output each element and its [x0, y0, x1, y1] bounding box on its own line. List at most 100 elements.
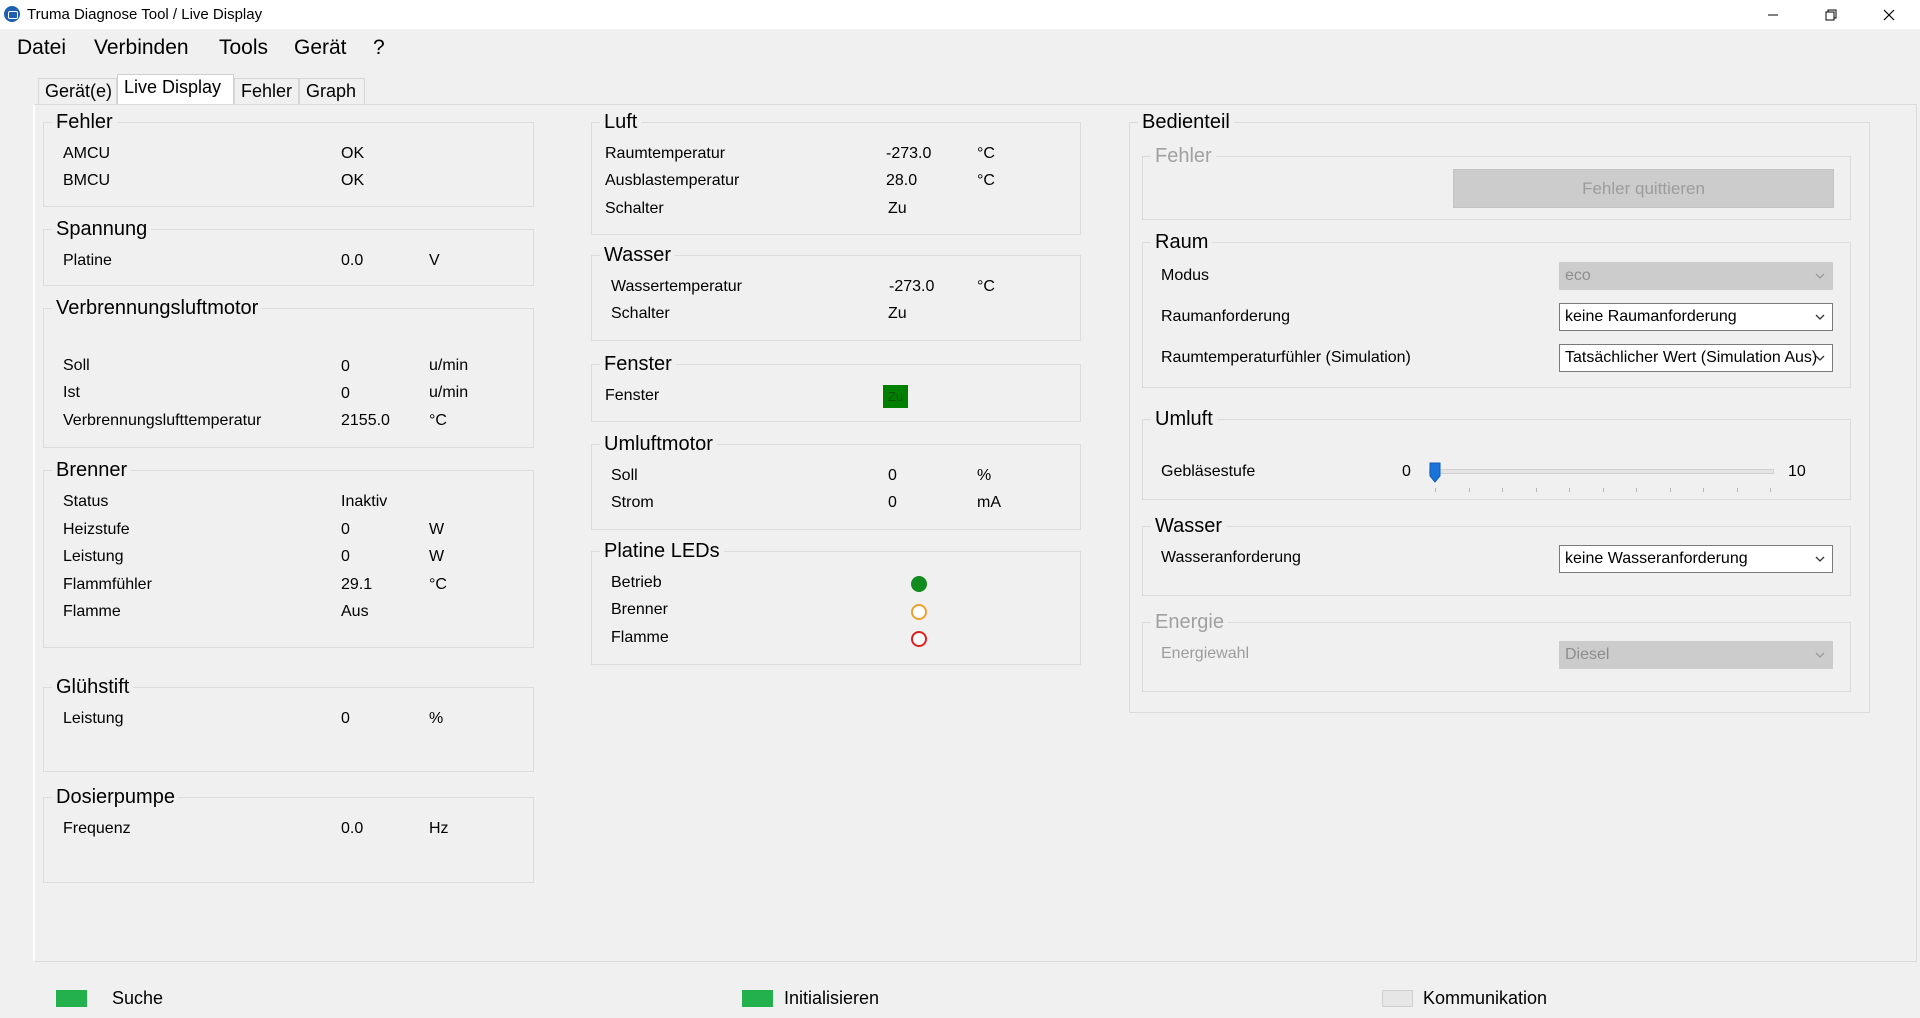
group-verbrennungsluftmotor: Verbrennungsluftmotor Soll 0 u/min Ist 0… — [43, 297, 534, 448]
row-unit: °C — [429, 576, 447, 593]
row-value: 29.1 — [341, 576, 373, 593]
row-unit: V — [429, 252, 440, 269]
group-platine-leds: Platine LEDs Betrieb Brenner Flamme — [591, 540, 1081, 665]
row-unit: Hz — [429, 820, 449, 837]
row-value: Inaktiv — [341, 493, 388, 510]
led-label: Flamme — [611, 629, 669, 646]
group-title: Platine LEDs — [600, 540, 724, 562]
tab-graph[interactable]: Graph — [299, 78, 365, 104]
slider-tick — [1602, 488, 1604, 492]
row-label: Schalter — [611, 305, 670, 322]
fehler-quittieren-button[interactable]: Fehler quittieren — [1453, 169, 1834, 208]
raumtemperaturfuehler-label: Raumtemperaturfühler (Simulation) — [1161, 349, 1411, 366]
wasseranforderung-value: keine Wasseranforderung — [1565, 550, 1748, 567]
raumtemperaturfuehler-value: Tatsächlicher Wert (Simulation Aus) — [1565, 349, 1818, 366]
row-label: Leistung — [63, 710, 124, 727]
group-title: Wasser — [1151, 515, 1227, 537]
slider-tick — [1703, 488, 1704, 492]
row-value: -273.0 — [889, 278, 935, 295]
row-unit: mA — [977, 494, 1001, 511]
row-value: Zu — [888, 305, 907, 322]
led-label: Brenner — [611, 601, 668, 618]
row-label: Soll — [63, 357, 90, 374]
group-spannung: Spannung Platine 0.0 V — [43, 218, 534, 286]
raumtemperaturfuehler-select[interactable]: Tatsächlicher Wert (Simulation Aus) — [1559, 344, 1833, 372]
row-unit: °C — [429, 412, 447, 429]
led-betrieb — [911, 576, 927, 592]
close-button[interactable] — [1860, 0, 1918, 29]
minimize-button[interactable] — [1744, 0, 1802, 29]
group-title: Wasser — [600, 244, 676, 266]
row-value: 0 — [341, 358, 350, 375]
tab-fehler[interactable]: Fehler — [234, 78, 299, 104]
slider-thumb-icon — [1429, 462, 1441, 483]
row-value: OK — [341, 172, 365, 189]
group-title: Umluft — [1151, 408, 1217, 430]
slider-tick — [1468, 488, 1470, 492]
menu-datei[interactable]: Datei — [17, 36, 66, 60]
status-indicator-suche — [56, 990, 87, 1007]
row-label: BMCU — [63, 172, 111, 189]
slider-tick — [1736, 488, 1738, 492]
geblaese-slider-track[interactable] — [1429, 469, 1774, 474]
wasseranforderung-select[interactable]: keine Wasseranforderung — [1559, 545, 1833, 573]
chevron-down-icon — [1815, 355, 1825, 361]
row-label: Ist — [63, 384, 80, 401]
group-wasser-mid: Wasser Wassertemperatur -273.0 °C Schalt… — [591, 244, 1081, 341]
energiewahl-label: Energiewahl — [1161, 645, 1250, 662]
row-label: Raumtemperatur — [605, 145, 726, 162]
geblaese-slider-thumb[interactable] — [1429, 462, 1441, 483]
modus-value: eco — [1565, 267, 1591, 284]
wasseranforderung-label: Wasseranforderung — [1161, 549, 1301, 566]
chevron-down-icon — [1815, 314, 1825, 320]
tab-geraete[interactable]: Gerät(e) — [38, 78, 117, 104]
group-title: Glühstift — [52, 676, 134, 698]
chevron-down-icon — [1815, 652, 1825, 658]
raumanforderung-select[interactable]: keine Raumanforderung — [1559, 303, 1833, 331]
group-title: Energie — [1151, 611, 1228, 633]
row-label: AMCU — [63, 145, 111, 162]
row-value: 0.0 — [341, 252, 364, 269]
menu-tools[interactable]: Tools — [219, 36, 268, 60]
energiewahl-select[interactable]: Diesel — [1559, 641, 1833, 669]
menu-help[interactable]: ? — [373, 36, 385, 60]
group-umluftmotor: Umluftmotor Soll 0 % Strom 0 mA — [591, 433, 1081, 530]
row-value: Aus — [341, 603, 369, 620]
group-brenner: Brenner Status Inaktiv Heizstufe 0 W Lei… — [43, 459, 534, 648]
row-label: Verbrennungslufttemperatur — [63, 412, 262, 429]
status-label-kommunikation: Kommunikation — [1423, 988, 1548, 1008]
status-indicator-initialisieren — [742, 990, 773, 1007]
tab-live-display[interactable]: Live Display — [117, 74, 234, 105]
led-brenner — [911, 604, 927, 620]
group-bedienteil-fehler: Fehler Fehler quittieren — [1142, 145, 1851, 220]
slider-tick — [1435, 488, 1436, 492]
group-title: Raum — [1151, 231, 1213, 253]
row-unit: u/min — [429, 357, 469, 374]
row-value: OK — [341, 145, 365, 162]
modus-select[interactable]: eco — [1559, 262, 1833, 290]
row-unit: W — [429, 521, 445, 538]
status-label-suche: Suche — [112, 988, 164, 1008]
menu-verbinden[interactable]: Verbinden — [94, 36, 189, 60]
restore-button[interactable] — [1802, 0, 1860, 29]
chevron-down-icon — [1815, 556, 1825, 562]
group-energie: Energie Energiewahl Diesel — [1142, 611, 1851, 692]
menu-bar: Datei Verbinden Tools Gerät ? — [0, 32, 1920, 64]
geblaesestufe-label: Gebläsestufe — [1161, 463, 1256, 480]
row-label: Soll — [611, 467, 638, 484]
row-label: Leistung — [63, 548, 124, 565]
row-value: 2155.0 — [341, 412, 390, 429]
status-indicator-kommunikation — [1382, 990, 1413, 1007]
row-label: Schalter — [605, 200, 664, 217]
menu-geraet[interactable]: Gerät — [294, 36, 347, 60]
group-title: Dosierpumpe — [52, 786, 179, 808]
row-label: Frequenz — [63, 820, 131, 837]
row-label: Heizstufe — [63, 521, 130, 538]
minimize-icon — [1768, 14, 1778, 15]
group-title: Fenster — [600, 353, 676, 375]
row-unit: °C — [977, 145, 995, 162]
group-title: Verbrennungsluftmotor — [52, 297, 263, 319]
row-value: 0 — [341, 385, 350, 402]
group-title: Bedienteil — [1138, 111, 1234, 133]
raumanforderung-label: Raumanforderung — [1161, 308, 1290, 325]
